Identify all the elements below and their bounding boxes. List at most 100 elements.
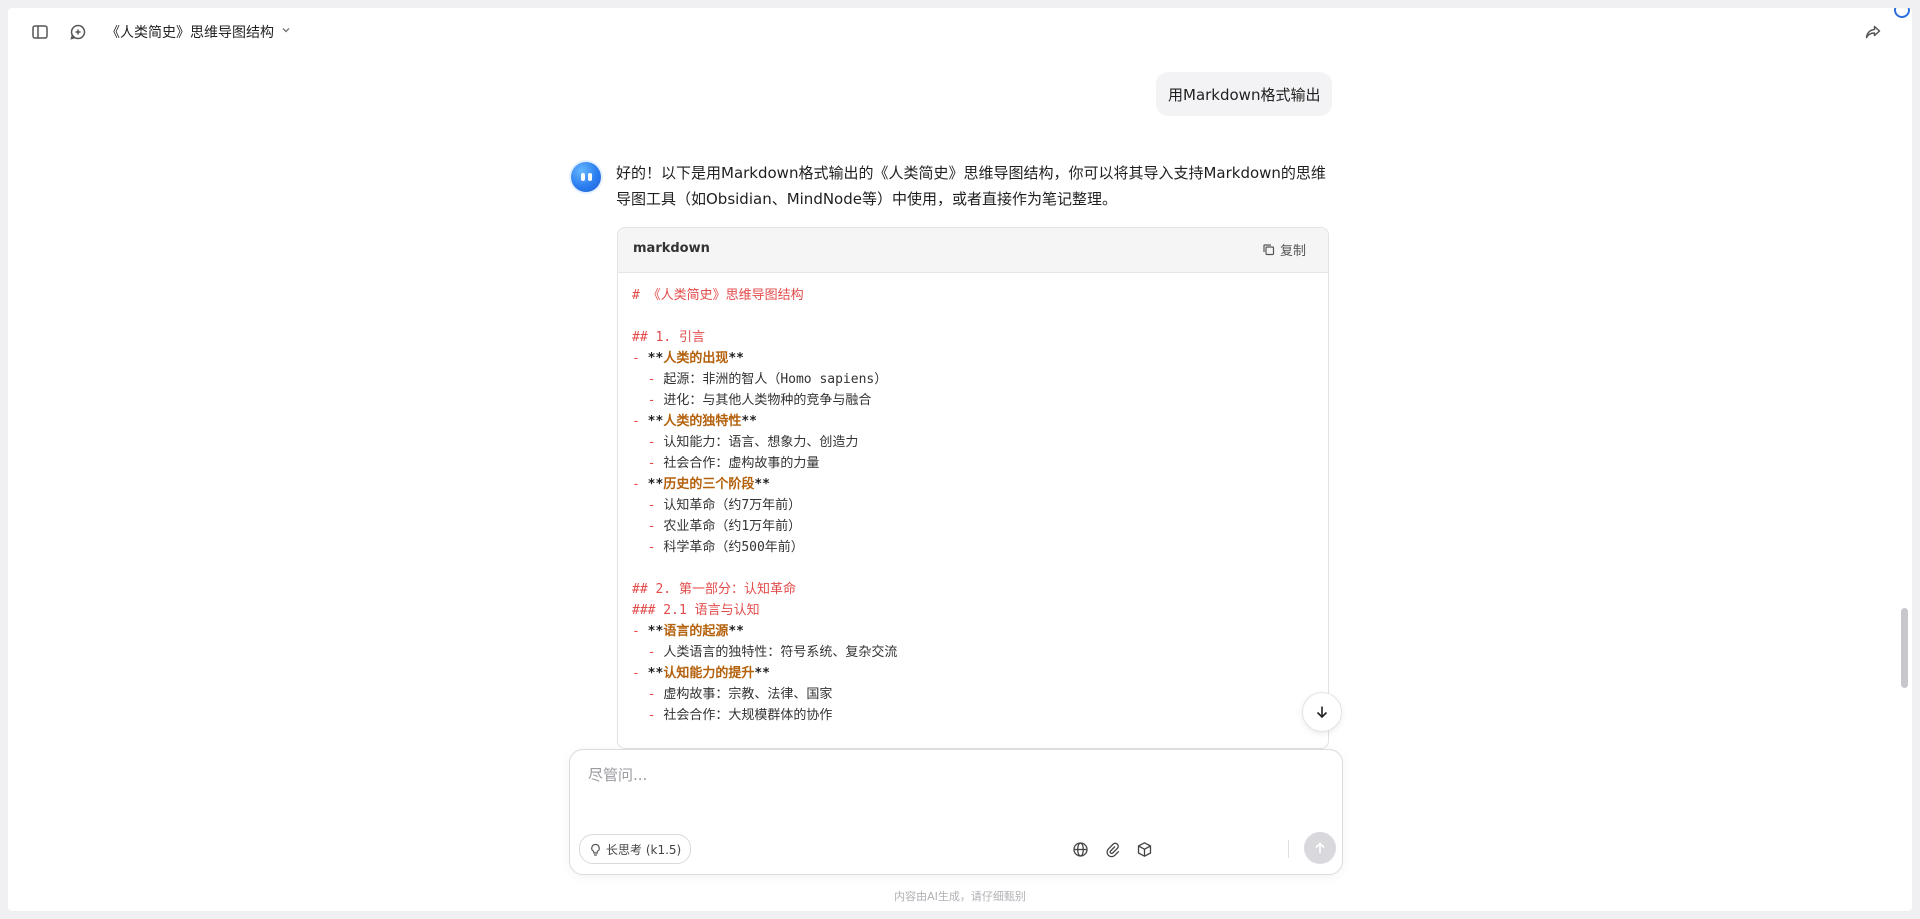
code-token: - — [632, 708, 664, 723]
code-token: 社会合作：虚构故事的力量 — [663, 456, 820, 471]
long-think-label: 长思考 (k1.5) — [606, 842, 682, 857]
assistant-avatar — [571, 162, 601, 192]
code-language-label: markdown — [633, 241, 710, 256]
send-button[interactable] — [1304, 832, 1336, 864]
lightbulb-icon — [591, 843, 600, 856]
code-token: ** — [647, 351, 664, 366]
assistant-message-text: 好的！以下是用Markdown格式输出的《人类简史》思维导图结构，你可以将其导入… — [616, 164, 1326, 208]
code-token: ** — [647, 477, 664, 492]
web-search-icon[interactable] — [1069, 838, 1091, 860]
code-content: # 《人类简史》思维导图结构 ## 1. 引言 - **人类的出现** - 起源：非… — [618, 273, 1328, 726]
code-token: 人类的独特性 — [663, 414, 742, 429]
code-token: ** — [728, 351, 744, 366]
user-message-text: 用Markdown格式输出 — [1168, 85, 1321, 104]
message-input[interactable] — [586, 762, 1330, 816]
code-token: - — [632, 456, 664, 471]
code-token: 人类的出现 — [663, 351, 729, 366]
code-line: - 进化：与其他人类物种的竞争与融合 — [632, 390, 1313, 411]
cube-icon[interactable] — [1133, 838, 1155, 860]
chevron-down-icon — [280, 24, 292, 40]
code-token: ## 2. 第一部分：认知革命 — [632, 582, 796, 597]
app-window: 《人类简史》思维导图结构 用Markdown格式输出 好的！以下是用Markdo… — [8, 8, 1912, 911]
code-token: 进化：与其他人类物种的竞争与融合 — [663, 393, 872, 408]
code-token: - — [632, 687, 664, 702]
avatar-eye-right — [588, 173, 592, 181]
conversation-title[interactable]: 《人类简史》思维导图结构 — [106, 21, 292, 43]
code-line: - **历史的三个阶段** — [632, 474, 1313, 495]
code-token: - — [632, 372, 664, 387]
ai-disclaimer: 内容由AI生成，请仔细甄别 — [894, 890, 1026, 903]
code-line: ### 2.1 语言与认知 — [632, 600, 1313, 621]
composer-divider — [1288, 840, 1289, 858]
code-token: # 《人类简史》思维导图结构 — [632, 288, 804, 303]
code-line: - 认知能力：语言、想象力、创造力 — [632, 432, 1313, 453]
code-token: - — [632, 351, 648, 366]
code-token: - — [632, 477, 648, 492]
code-token: - — [632, 435, 664, 450]
code-token: ### 2.1 语言与认知 — [632, 603, 760, 618]
code-block: markdown 复制 # 《人类简史》思维导图结构 ## 1. 引言 - **人类… — [617, 227, 1329, 749]
sidebar-toggle-icon[interactable] — [28, 20, 52, 44]
code-line: - 起源：非洲的智人（Homo sapiens） — [632, 369, 1313, 390]
code-token: - — [632, 540, 664, 555]
code-token: - — [632, 498, 664, 513]
code-token: 历史的三个阶段 — [663, 477, 755, 492]
code-line: - **人类的独特性** — [632, 411, 1313, 432]
top-bar: 《人类简史》思维导图结构 — [8, 8, 1912, 56]
code-line: - 虚构故事：宗教、法律、国家 — [632, 684, 1313, 705]
code-token: 虚构故事：宗教、法律、国家 — [663, 687, 833, 702]
avatar-eye-left — [581, 173, 585, 181]
code-token: ** — [647, 624, 664, 639]
long-think-toggle[interactable]: 长思考 (k1.5) — [579, 834, 692, 864]
code-token: - — [632, 414, 648, 429]
code-token: - — [632, 519, 664, 534]
arrow-up-icon — [1315, 842, 1325, 853]
code-line: - **人类的出现** — [632, 348, 1313, 369]
code-line: - 社会合作：大规模群体的协作 — [632, 705, 1313, 726]
user-message-bubble: 用Markdown格式输出 — [1156, 72, 1333, 116]
code-token: 认知能力：语言、想象力、创造力 — [663, 435, 859, 450]
code-block-header: markdown 复制 — [618, 228, 1328, 273]
code-line: - 人类语言的独特性：符号系统、复杂交流 — [632, 642, 1313, 663]
attachment-icon[interactable] — [1101, 838, 1123, 860]
code-line: - 科学革命（约500年前） — [632, 537, 1313, 558]
code-line: ## 1. 引言 — [632, 327, 1313, 348]
code-token: - — [632, 666, 648, 681]
share-icon[interactable] — [1861, 20, 1885, 44]
new-chat-icon[interactable] — [66, 20, 90, 44]
copy-label: 复制 — [1279, 244, 1306, 259]
code-token: ## 1. 引言 — [632, 330, 705, 345]
code-token: - — [632, 393, 664, 408]
code-token: ** — [741, 414, 757, 429]
scroll-to-bottom-button[interactable] — [1302, 692, 1342, 732]
code-token: 语言的起源 — [663, 624, 729, 639]
code-token: 起源：非洲的智人（Homo sapiens） — [663, 372, 888, 387]
code-line: - 社会合作：虚构故事的力量 — [632, 453, 1313, 474]
arrow-down-icon — [1316, 706, 1328, 719]
copy-button[interactable]: 复制 — [1262, 240, 1306, 259]
code-line: - 认知革命（约7万年前） — [632, 495, 1313, 516]
code-token: 人类语言的独特性：符号系统、复杂交流 — [663, 645, 898, 660]
code-line: - 农业革命（约1万年前） — [632, 516, 1313, 537]
page-scrollbar[interactable] — [1898, 8, 1912, 911]
code-token: - — [632, 645, 664, 660]
code-line: ## 2. 第一部分：认知革命 — [632, 579, 1313, 600]
code-token: 认知能力的提升 — [663, 666, 755, 681]
code-line: - **语言的起源** — [632, 621, 1313, 642]
code-token: ** — [647, 414, 664, 429]
composer: 长思考 (k1.5) — [569, 749, 1343, 875]
code-token: 认知革命（约7万年前） — [663, 498, 802, 513]
conversation-title-text: 《人类简史》思维导图结构 — [106, 25, 274, 41]
code-token: 社会合作：大规模群体的协作 — [663, 708, 833, 723]
code-line: - **认知能力的提升** — [632, 663, 1313, 684]
scrollbar-thumb[interactable] — [1901, 608, 1908, 688]
code-token: ** — [647, 666, 664, 681]
code-token: 科学革命（约500年前） — [663, 540, 804, 555]
code-token: ** — [754, 477, 770, 492]
copy-icon — [1263, 244, 1275, 256]
code-token: - — [632, 624, 648, 639]
code-token: 农业革命（约1万年前） — [663, 519, 802, 534]
code-token: ** — [728, 624, 744, 639]
